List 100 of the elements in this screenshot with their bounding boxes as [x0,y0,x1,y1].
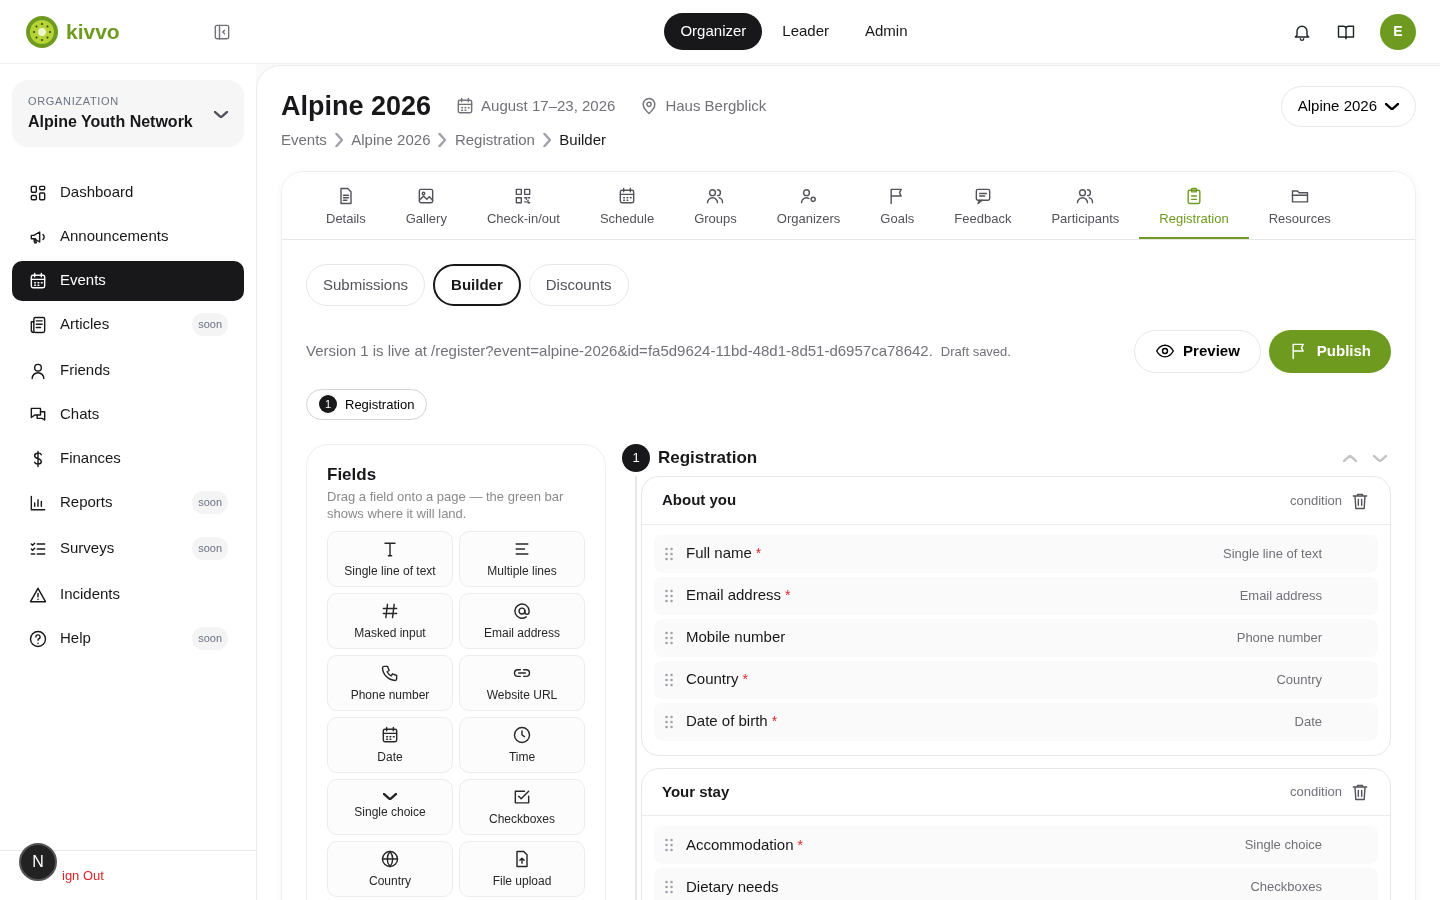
sidebar-item[interactable]: Finances [12,438,244,479]
event-tab[interactable]: Organizers [756,172,861,239]
form-field-row[interactable]: Full name * Single line of text [654,534,1378,573]
people-icon [1075,186,1096,206]
field-type-tile[interactable]: Time [459,717,585,774]
event-title: Alpine 2026 [281,90,432,123]
field-type: Single line of text [1223,544,1322,563]
page-number: 1 [622,444,650,472]
field-type-tile[interactable]: Masked input [327,593,453,650]
event-tab[interactable]: Gallery [385,172,467,239]
kiwi-logo-icon [26,15,58,48]
field-type-tile[interactable]: Multiple lines [459,531,585,588]
sidebar-item[interactable]: Chats [12,394,244,435]
condition-link[interactable]: condition [1289,782,1342,802]
event-tab[interactable]: Schedule [579,172,675,239]
role-tab[interactable]: Admin [849,13,924,50]
event-tab[interactable]: Check-in/out [466,172,580,239]
event-tab[interactable]: Goals [860,172,935,239]
field-label: Mobile number [686,627,786,648]
draft-status: Draft saved. [940,342,1011,361]
sidebar-item[interactable]: Articles soon [12,304,244,345]
event-tab[interactable]: Registration [1139,172,1249,239]
soon-badge: soon [192,491,228,514]
field-type-tile[interactable]: Country [327,841,453,898]
form-field-row[interactable]: Mobile number Phone number [654,618,1378,657]
form-field-row[interactable]: Date of birth * Date [654,702,1378,741]
field-type-tile[interactable]: Website URL [459,655,585,712]
page-chip[interactable]: 1 Registration [306,388,428,420]
preview-button[interactable]: Preview [1134,330,1261,373]
person-gear-icon [798,186,819,206]
field-label: Country [686,669,739,690]
breadcrumb-link[interactable]: Builder [559,128,606,151]
sidebar-item[interactable]: Events [12,260,244,301]
field-type-tile[interactable]: Single choice [327,779,453,836]
sidebar-item[interactable]: Incidents [12,574,244,615]
field-label: Full name [686,543,752,564]
fields-hint: Drag a field onto a page — the green bar shows where it will land. [327,489,565,524]
chevron-down-icon [383,793,397,801]
sign-out-link[interactable]: ign Out [62,865,104,886]
organization-name: Alpine Youth Network [28,111,193,132]
required-asterisk: * [771,712,778,731]
drag-handle-icon[interactable] [664,714,674,729]
drag-handle-icon[interactable] [664,546,674,561]
condition-link[interactable]: condition [1289,490,1342,510]
newspaper-icon [28,314,48,335]
chevron-right-icon [542,132,552,147]
field-type-tile[interactable]: File upload [459,841,585,898]
field-type: Email address [1239,586,1322,605]
trash-icon [1350,782,1370,803]
sidebar-item[interactable]: Reports soon [12,482,244,523]
field-type-tile[interactable]: Phone number [327,655,453,712]
required-asterisk: * [742,670,748,689]
drag-handle-icon[interactable] [664,588,674,603]
view-tab[interactable]: Builder [433,263,521,306]
field-type: Checkboxes [1250,878,1322,897]
soon-badge: soon [192,627,228,650]
drag-handle-icon[interactable] [664,630,674,645]
sidebar-item[interactable]: Dashboard [12,172,244,213]
help-icon [28,628,48,649]
breadcrumb-link[interactable]: Registration [454,128,535,151]
event-dates: August 17–23, 2026 [481,96,616,116]
form-field-row[interactable]: Email address * Email address [654,576,1378,615]
chevron-right-icon [438,132,447,147]
event-tab[interactable]: Details [306,172,386,239]
soon-badge: soon [192,313,228,336]
organization-switcher[interactable]: ORGANIZATION Alpine Youth Network [12,80,244,147]
sidebar-item[interactable]: Friends [12,350,244,391]
field-type-tile[interactable]: Checkboxes [459,779,585,836]
clock-icon [512,724,532,745]
form-field-row[interactable]: Country * Country [654,660,1378,699]
role-tab[interactable]: Leader [766,13,845,50]
event-switcher[interactable]: Alpine 2026 [1280,86,1416,127]
sidebar-item[interactable]: Surveys soon [12,528,244,569]
view-tab[interactable]: Discounts [528,263,629,306]
field-type-tile[interactable]: Email address [459,593,585,650]
chevron-right-icon [334,132,344,147]
page-title: Registration [658,447,758,470]
event-tab[interactable]: Feedback [934,172,1032,239]
role-tab[interactable]: Organizer [664,13,763,50]
field-type: Phone number [1236,628,1322,647]
field-type-tile[interactable]: Date [327,717,453,774]
drag-handle-icon[interactable] [664,672,674,687]
form-field-row[interactable]: Accommodation * Single choice [654,826,1378,864]
event-tab[interactable]: Resources [1248,172,1351,239]
field-type-tile[interactable]: Single line of text [327,531,453,588]
event-tab[interactable]: Groups [674,172,757,239]
event-tab[interactable]: Participants [1031,172,1140,239]
breadcrumb-link[interactable]: Events [281,128,327,151]
required-asterisk: * [755,544,762,563]
breadcrumb-link[interactable]: Alpine 2026 [351,128,431,151]
drag-handle-icon[interactable] [664,880,674,894]
dev-tools-badge[interactable]: N [19,843,57,881]
required-asterisk: * [785,586,791,605]
form-field-row[interactable]: Dietary needs Checkboxes [654,868,1378,900]
sidebar-item[interactable]: Announcements [12,216,244,257]
field-type: Country [1276,670,1322,689]
drag-handle-icon[interactable] [664,838,674,852]
sidebar-item[interactable]: Help soon [12,618,244,659]
field-type: Single choice [1244,836,1322,855]
view-tab[interactable]: Submissions [306,263,426,306]
